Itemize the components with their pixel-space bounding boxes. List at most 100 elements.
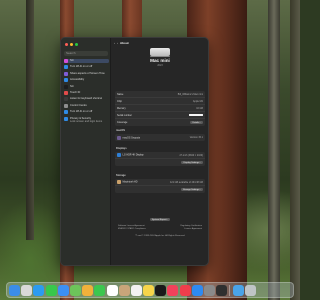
sidebar-item[interactable]: Turn Wi-Fi on or off bbox=[64, 65, 109, 70]
tree-trunk bbox=[268, 0, 280, 300]
finder-icon[interactable] bbox=[9, 284, 20, 296]
calendar-icon[interactable] bbox=[106, 284, 118, 296]
news-icon[interactable] bbox=[179, 284, 191, 296]
device-year: 2023 bbox=[157, 64, 163, 67]
sidebar-item-label: Siri bbox=[70, 84, 74, 88]
sidebar-item-icon bbox=[64, 78, 68, 83]
sidebar-item[interactable]: Accessibility bbox=[64, 78, 109, 83]
coverage-details-button[interactable]: Details... bbox=[190, 120, 203, 125]
sidebar-item-label: Accessibility bbox=[70, 78, 85, 82]
footer-link[interactable]: ENERGY STAR® Compliance bbox=[118, 228, 160, 230]
system-settings-icon[interactable] bbox=[204, 284, 215, 296]
sidebar-item-icon bbox=[64, 84, 68, 89]
sidebar-item-label: Touch ID bbox=[70, 90, 81, 94]
iphone-mirroring-icon[interactable] bbox=[216, 284, 228, 296]
trash-icon[interactable] bbox=[244, 284, 256, 296]
info-row: Coverage Details... bbox=[115, 119, 205, 126]
storage-section-title: Storage bbox=[116, 174, 126, 177]
sidebar-item-label: Listen for keyboard shortcut bbox=[70, 97, 103, 101]
maps-icon[interactable] bbox=[69, 284, 81, 296]
footer-links: Software Licence Agreement Regulatory Cer… bbox=[118, 225, 202, 230]
sidebar-item-icon bbox=[64, 103, 68, 108]
sidebar-item-icon bbox=[64, 59, 68, 63]
footer-link[interactable]: Software Licence Agreement bbox=[118, 225, 160, 227]
notes-icon[interactable] bbox=[143, 284, 155, 296]
safari-icon[interactable] bbox=[33, 284, 45, 296]
app-store-icon[interactable] bbox=[191, 284, 203, 296]
display-icon bbox=[117, 153, 121, 157]
storage-group: Macintosh HD 421 GB available of 494.38 … bbox=[115, 179, 205, 193]
macos-version: Version 15.1 bbox=[189, 136, 203, 139]
info-row: Name Bill_Williams's Mac mini bbox=[115, 91, 205, 98]
storage-detail: 421 GB available of 494.38 GB bbox=[170, 180, 203, 184]
sidebar-item-icon bbox=[64, 71, 68, 76]
music-icon[interactable] bbox=[167, 284, 179, 296]
forward-arrow-icon[interactable]: › bbox=[117, 41, 118, 45]
info-label: Chip bbox=[117, 99, 122, 103]
display-settings-button[interactable]: Display Settings... bbox=[181, 160, 203, 165]
reminders-icon[interactable] bbox=[130, 284, 142, 296]
display-detail: 27-inch (3840 × 2160) bbox=[179, 153, 203, 157]
sidebar-item-label: Turn Wi-Fi on or off bbox=[70, 65, 93, 69]
tv-icon[interactable] bbox=[155, 284, 167, 296]
tree-trunk bbox=[122, 0, 142, 40]
minimize-button[interactable] bbox=[70, 43, 73, 46]
storage-settings-button[interactable]: Storage Settings... bbox=[181, 187, 203, 192]
info-label: Serial number bbox=[117, 113, 132, 117]
window-controls bbox=[65, 43, 78, 46]
tree-trunk bbox=[26, 0, 34, 240]
facetime-icon[interactable] bbox=[94, 284, 106, 296]
dock-separator bbox=[229, 284, 231, 296]
copyright: ™ and © 1983-2024 Apple Inc. All Rights … bbox=[134, 235, 186, 237]
sidebar-item[interactable]: Touch ID bbox=[64, 90, 109, 95]
page-title: About bbox=[120, 41, 129, 45]
sidebar-item[interactable]: Privacy & Security Lock screen and login … bbox=[64, 116, 109, 123]
back-arrow-icon[interactable]: ‹ bbox=[114, 41, 115, 45]
mac-mini-icon bbox=[150, 48, 170, 57]
sidebar-list: Siri Turn Wi-Fi on or off Share aspects of… bbox=[64, 59, 109, 125]
display-name: LG HDR 4K Display bbox=[122, 153, 144, 157]
info-row: Serial number bbox=[115, 112, 205, 119]
photos-icon[interactable] bbox=[82, 284, 94, 296]
info-group: Name Bill_Williams's Mac mini Chip Apple M2… bbox=[115, 91, 205, 126]
close-button[interactable] bbox=[65, 43, 68, 46]
search-input[interactable]: Search bbox=[64, 51, 108, 56]
sidebar-item[interactable]: Siri bbox=[64, 59, 109, 63]
nav-bar: ‹ › About bbox=[114, 41, 129, 45]
displays-section-title: Displays bbox=[116, 147, 127, 150]
sidebar-item-label: Turn Wi-Fi on or off bbox=[70, 110, 93, 114]
sidebar-item-label: Siri bbox=[70, 59, 74, 62]
contacts-icon[interactable] bbox=[118, 284, 130, 296]
footer-link[interactable]: Regulatory Certification bbox=[160, 225, 202, 227]
displays-group: LG HDR 4K Display 27-inch (3840 × 2160) … bbox=[115, 152, 205, 166]
messages-icon[interactable] bbox=[45, 284, 57, 296]
sidebar-item[interactable]: Control Centre bbox=[64, 103, 109, 108]
system-settings-window: Search Siri Turn Wi-Fi on or off Share asp… bbox=[60, 37, 209, 266]
device-hero: Mac mini 2023 bbox=[112, 48, 208, 67]
macos-section-title: macOS bbox=[116, 129, 125, 132]
info-value: 16 GB bbox=[196, 106, 203, 110]
sidebar-item[interactable]: Turn Wi-Fi on or off bbox=[64, 110, 109, 115]
mail-icon[interactable] bbox=[57, 284, 69, 296]
dock bbox=[6, 282, 294, 298]
sidebar-item-label: Control Centre bbox=[70, 103, 87, 107]
sidebar: Search Siri Turn Wi-Fi on or off Share asp… bbox=[61, 38, 111, 265]
sidebar-item[interactable]: Siri bbox=[64, 84, 109, 89]
downloads-folder-icon[interactable] bbox=[232, 284, 244, 296]
sidebar-item-icon bbox=[64, 110, 68, 115]
serial-number-redacted bbox=[189, 113, 203, 117]
info-label: Name bbox=[117, 92, 124, 96]
footer-link[interactable]: Licence Agreement bbox=[160, 228, 202, 230]
sidebar-item[interactable]: Listen for keyboard shortcut bbox=[64, 97, 109, 102]
info-label: Coverage bbox=[117, 121, 128, 124]
disk-icon bbox=[117, 180, 121, 184]
sidebar-item-icon bbox=[64, 97, 68, 102]
sidebar-item-icon bbox=[64, 65, 68, 70]
sidebar-item[interactable]: Share aspects of Screen Time bbox=[64, 71, 109, 76]
launchpad-icon[interactable] bbox=[21, 284, 33, 296]
macos-name: macOS Sequoia bbox=[122, 136, 140, 140]
zoom-button[interactable] bbox=[75, 43, 78, 46]
system-report-button[interactable]: System Report... bbox=[149, 218, 171, 222]
tree-trunk bbox=[290, 0, 300, 300]
macos-group: macOS Sequoia Version 15.1 bbox=[115, 134, 205, 141]
